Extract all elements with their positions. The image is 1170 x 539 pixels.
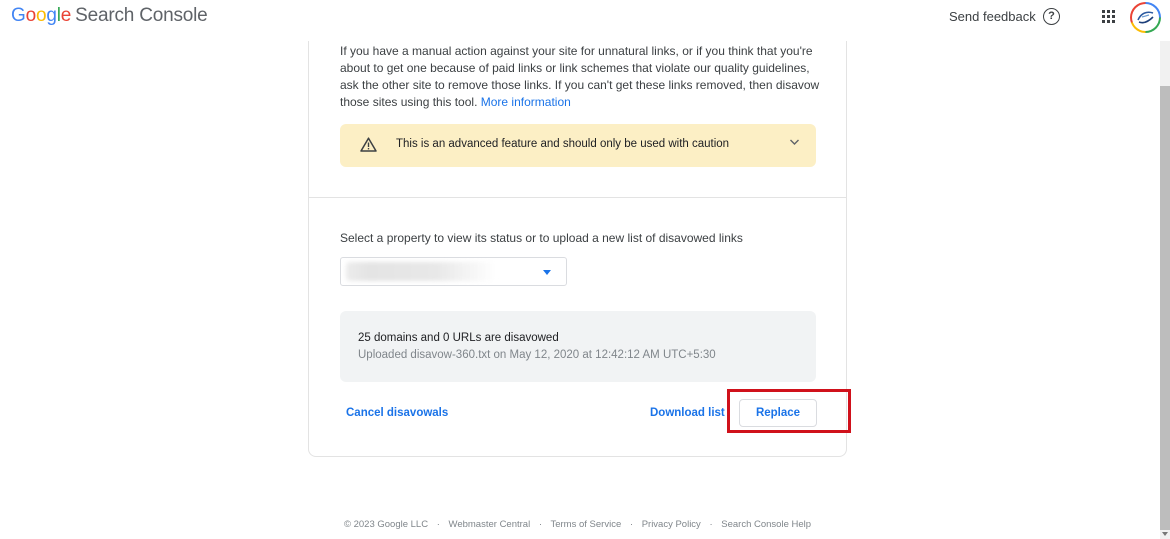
copyright: © 2023 Google LLC	[343, 519, 429, 530]
product-name: Search Console	[75, 5, 208, 26]
disavow-status-box: 25 domains and 0 URLs are disavowed Uplo…	[340, 311, 816, 382]
redacted-property-value	[346, 262, 496, 281]
logo-letter: G	[11, 5, 26, 26]
property-select-label: Select a property to view its status or …	[340, 231, 743, 245]
help-icon[interactable]: ?	[1043, 8, 1060, 25]
chevron-down-icon[interactable]	[789, 138, 800, 146]
footer-separator: ·	[709, 519, 713, 530]
property-select-dropdown[interactable]	[340, 257, 567, 286]
footer-link-webmaster-central[interactable]: Webmaster Central	[449, 519, 531, 530]
top-app-bar: Google Search Console Send feedback ?	[0, 0, 1170, 36]
account-avatar[interactable]	[1130, 2, 1161, 33]
dropdown-arrow-icon	[543, 270, 551, 275]
logo-letter: o	[25, 5, 37, 26]
footer-link-terms-of-service[interactable]: Terms of Service	[550, 519, 621, 530]
caution-warning-banner[interactable]: This is an advanced feature and should o…	[340, 124, 816, 167]
disavow-count: 25 domains and 0 URLs are disavowed	[358, 332, 559, 344]
send-feedback-button[interactable]: Send feedback	[949, 9, 1036, 24]
download-list-button[interactable]: Download list	[650, 407, 725, 419]
footer-separator: ·	[629, 519, 634, 530]
section-divider	[309, 197, 846, 198]
avatar-image	[1132, 4, 1159, 31]
logo-letter: g	[46, 5, 57, 26]
footer-link-search-console-help[interactable]: Search Console Help	[721, 519, 811, 530]
scroll-down-arrow-icon[interactable]	[1162, 532, 1168, 536]
intro-paragraph: If you have a manual action against your…	[340, 43, 820, 111]
cancel-disavowals-button[interactable]: Cancel disavowals	[346, 407, 448, 419]
intro-text: If you have a manual action against your…	[340, 44, 820, 109]
avatar-logo-icon	[1137, 11, 1154, 24]
footer: © 2023 Google LLC · Webmaster Central · …	[0, 519, 1155, 530]
footer-separator: ·	[436, 519, 440, 530]
logo-letter: o	[35, 5, 47, 26]
apps-grid-icon[interactable]	[1102, 10, 1115, 23]
warning-text: This is an advanced feature and should o…	[396, 138, 730, 150]
scrollbar-thumb[interactable]	[1160, 86, 1170, 530]
footer-link-privacy-policy[interactable]: Privacy Policy	[642, 519, 701, 530]
warning-triangle-icon	[360, 137, 377, 152]
footer-separator: ·	[538, 519, 543, 530]
google-search-console-logo[interactable]: Google Search Console	[11, 5, 208, 27]
logo-letter: e	[60, 5, 72, 26]
replace-button[interactable]: Replace	[739, 399, 817, 427]
more-information-link[interactable]: More information	[481, 95, 571, 109]
disavow-tool-card: If you have a manual action against your…	[308, 41, 847, 457]
upload-info: Uploaded disavow-360.txt on May 12, 2020…	[358, 349, 716, 361]
